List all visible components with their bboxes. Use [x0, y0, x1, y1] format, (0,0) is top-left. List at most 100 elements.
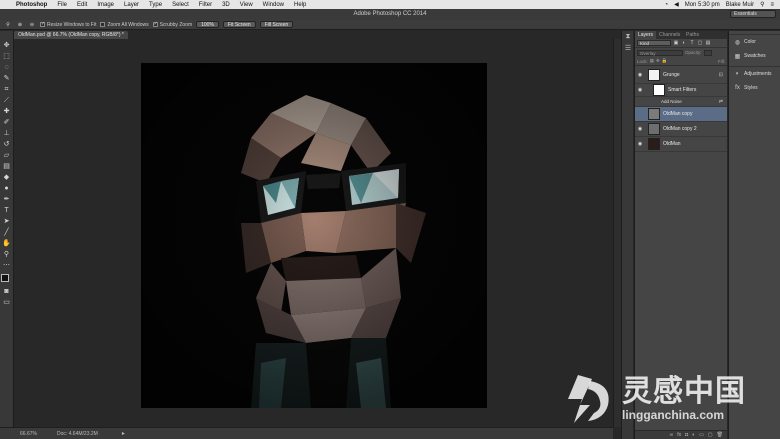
tab-layers[interactable]: Layers — [635, 31, 657, 39]
document-canvas[interactable] — [141, 63, 487, 408]
tools-panel: ✥ ⬚ ◌ ✎ ⌗ ⟋ ✚ ✐ ⊥ ↺ ▱ ▤ ◆ ● ✒ T ➤ ╱ ✋ ⚲ … — [0, 31, 14, 427]
clock[interactable]: Mon 5:30 pm — [685, 2, 720, 8]
menubar-status-area: ◔ ◀ Mon 5:30 pm Blake Muir ⚲ ≡ — [664, 1, 780, 9]
user-name[interactable]: Blake Muir — [726, 2, 754, 8]
layer-row-smart-filters[interactable]: ◉ Smart Filters — [635, 84, 727, 97]
menu-view[interactable]: View — [235, 2, 258, 8]
marquee-tool-icon[interactable]: ⬚ — [2, 52, 12, 62]
filter-options-icon[interactable]: ⇌ — [719, 99, 723, 105]
workspace-select[interactable]: Essentials — [730, 10, 776, 18]
type-tool-icon[interactable]: T — [2, 206, 12, 216]
eyedropper-tool-icon[interactable]: ⟋ — [2, 96, 12, 106]
move-tool-icon[interactable]: ✥ — [2, 41, 12, 51]
volume-icon[interactable]: ◀ — [674, 1, 679, 8]
document-tab[interactable]: OldMan.psd @ 66.7% (OldMan copy, RGB/8*)… — [14, 31, 128, 39]
menu-select[interactable]: Select — [167, 2, 194, 8]
menu-type[interactable]: Type — [144, 2, 167, 8]
menu-3d[interactable]: 3D — [217, 2, 235, 8]
fill-label: Fill: — [718, 58, 725, 64]
clone-stamp-tool-icon[interactable]: ⊥ — [2, 129, 12, 139]
color-swatches[interactable] — [0, 274, 13, 286]
pixel-filter-icon[interactable]: ▣ — [673, 40, 679, 46]
zoom-in-icon[interactable]: ⊕ — [16, 21, 24, 29]
spotlight-icon[interactable]: ⚲ — [760, 1, 764, 8]
foreground-color[interactable] — [0, 274, 9, 282]
adjustment-filter-icon[interactable]: ◐ — [681, 40, 687, 46]
layer-name: OldMan — [663, 141, 681, 147]
layer-row-oldman-copy[interactable]: OldMan copy — [635, 107, 727, 122]
panel-color[interactable]: ◍ Color — [729, 35, 780, 49]
gradient-tool-icon[interactable]: ▤ — [2, 162, 12, 172]
more-tools-icon[interactable]: ⋯ — [2, 261, 12, 271]
tab-channels[interactable]: Channels — [656, 31, 683, 39]
zoom-level[interactable]: 66.67% — [20, 431, 37, 437]
visibility-eye-icon[interactable]: ◉ — [635, 141, 645, 147]
blend-mode-select[interactable]: Overlay — [637, 49, 683, 56]
scrubby-zoom-checkbox[interactable]: ✓ Scrubby Zoom — [152, 21, 193, 28]
smart-object-filter-icon[interactable]: ▤ — [705, 40, 711, 46]
layer-name: Grunge — [663, 71, 680, 78]
path-selection-tool-icon[interactable]: ➤ — [2, 217, 12, 227]
zoom-tool-icon[interactable]: ⚲ — [4, 21, 12, 29]
dodge-tool-icon[interactable]: ● — [2, 184, 12, 194]
scrubby-zoom-label: Scrubby Zoom — [159, 21, 193, 28]
watermark-domain: lingganchina.com — [622, 408, 725, 422]
opacity-input[interactable] — [703, 49, 712, 56]
brush-tool-icon[interactable]: ✐ — [2, 118, 12, 128]
menu-file[interactable]: File — [52, 2, 72, 8]
visibility-eye-icon[interactable]: ◉ — [635, 126, 645, 132]
fill-screen-button[interactable]: Fill Screen — [259, 21, 294, 28]
notification-icon[interactable]: ≡ — [770, 2, 774, 8]
layer-name: OldMan copy — [663, 111, 693, 117]
layer-row-oldman[interactable]: ◉ OldMan — [635, 137, 727, 152]
visibility-eye-icon[interactable]: ◉ — [635, 72, 645, 78]
menu-edit[interactable]: Edit — [72, 2, 92, 8]
panel-styles[interactable]: fx Styles — [729, 81, 780, 95]
eraser-tool-icon[interactable]: ▱ — [2, 151, 12, 161]
type-filter-icon[interactable]: T — [689, 40, 695, 46]
history-panel-icon[interactable]: ⧗ — [622, 31, 634, 43]
kind-filter-select[interactable]: Kind — [637, 40, 671, 46]
lasso-tool-icon[interactable]: ◌ — [2, 63, 12, 73]
layer-row-grunge[interactable]: ◉ Grunge ⊡ — [635, 66, 727, 84]
blur-tool-icon[interactable]: ◆ — [2, 173, 12, 183]
menu-app-name[interactable]: Photoshop — [14, 2, 52, 8]
layer-row-add-noise[interactable]: Add Noise ⇌ — [635, 97, 727, 107]
visibility-eye-icon[interactable]: ◉ — [635, 87, 645, 93]
canvas-area[interactable] — [15, 39, 613, 427]
properties-panel-icon[interactable]: ☰ — [622, 43, 634, 55]
menu-help[interactable]: Help — [289, 2, 311, 8]
menu-filter[interactable]: Filter — [194, 2, 217, 8]
status-menu-arrow-icon[interactable]: ▸ — [122, 430, 125, 437]
crop-tool-icon[interactable]: ⌗ — [2, 85, 12, 95]
lock-all-icon[interactable]: 🔒 — [662, 58, 668, 64]
menu-image[interactable]: Image — [92, 2, 119, 8]
100-percent-button[interactable]: 100% — [196, 21, 219, 28]
panel-adjustments[interactable]: ◐ Adjustments — [729, 67, 780, 81]
zoom-all-checkbox[interactable]: Zoom All Windows — [100, 22, 149, 28]
tab-paths[interactable]: Paths — [683, 31, 702, 39]
adjustments-icon: ◐ — [735, 71, 740, 77]
panel-swatches[interactable]: ▦ Swatches — [729, 49, 780, 63]
window-title: Adobe Photoshop CC 2014 — [353, 11, 427, 17]
wifi-icon[interactable]: ◔ — [664, 2, 668, 8]
layer-row-oldman-copy-2[interactable]: ◉ OldMan copy 2 — [635, 122, 727, 137]
zoom-out-icon[interactable]: ⊖ — [28, 21, 36, 29]
zoom-tool-panel-icon[interactable]: ⚲ — [2, 250, 12, 260]
layers-panel-tabs: Layers Channels Paths — [635, 31, 727, 39]
menu-layer[interactable]: Layer — [119, 2, 144, 8]
menu-window[interactable]: Window — [258, 2, 289, 8]
healing-brush-tool-icon[interactable]: ✚ — [2, 107, 12, 117]
line-tool-icon[interactable]: ╱ — [2, 228, 12, 238]
resize-windows-checkbox[interactable]: ✓ Resize Windows to Fit — [40, 22, 96, 28]
lock-position-icon[interactable]: ✥ — [656, 58, 660, 64]
history-brush-tool-icon[interactable]: ↺ — [2, 140, 12, 150]
quick-select-tool-icon[interactable]: ✎ — [2, 74, 12, 84]
lock-pixels-icon[interactable]: ▦ — [650, 58, 654, 64]
screen-mode-icon[interactable]: ▭ — [2, 298, 12, 308]
shape-filter-icon[interactable]: ▢ — [697, 40, 703, 46]
hand-tool-icon[interactable]: ✋ — [2, 239, 12, 249]
quick-mask-icon[interactable]: ◙ — [2, 287, 12, 297]
fit-screen-button[interactable]: Fit Screen — [222, 21, 256, 28]
pen-tool-icon[interactable]: ✒ — [2, 195, 12, 205]
